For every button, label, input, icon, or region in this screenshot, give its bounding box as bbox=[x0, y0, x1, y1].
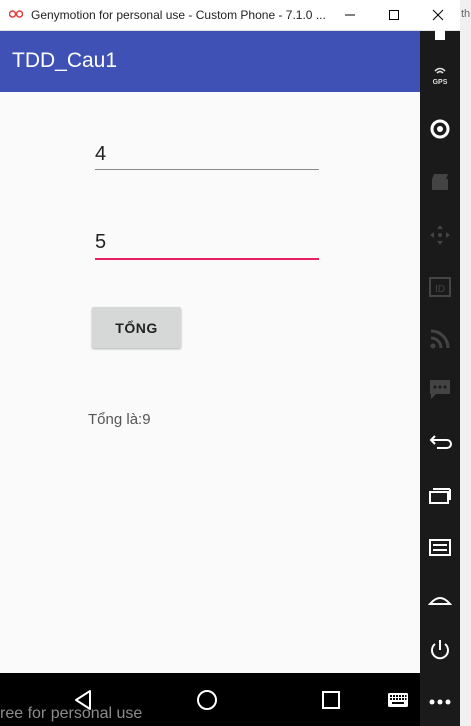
app-title: TDD_Cau1 bbox=[12, 49, 118, 72]
sum-button[interactable]: TỔNG bbox=[92, 307, 181, 348]
number2-value: 5 bbox=[95, 231, 107, 253]
battery-icon bbox=[435, 26, 445, 40]
minimize-button[interactable] bbox=[328, 0, 372, 30]
power-widget[interactable] bbox=[424, 634, 456, 666]
move-widget[interactable] bbox=[424, 219, 456, 251]
number1-underline bbox=[95, 169, 319, 170]
recent-apps-icon bbox=[429, 488, 451, 504]
number2-underline bbox=[95, 258, 319, 260]
home-widget[interactable] bbox=[424, 583, 456, 615]
gps-icon: GPS bbox=[433, 67, 448, 86]
recents-square-icon bbox=[322, 690, 340, 709]
genymotion-sidebar: GPS ID bbox=[420, 26, 460, 726]
close-icon bbox=[432, 9, 444, 21]
id-icon: ID bbox=[429, 277, 451, 297]
battery-widget[interactable] bbox=[424, 23, 456, 55]
id-widget[interactable]: ID bbox=[424, 271, 456, 303]
back-widget[interactable] bbox=[424, 426, 456, 458]
svg-text:GPS: GPS bbox=[433, 79, 448, 86]
result-text: Tổng là:9 bbox=[88, 411, 151, 428]
keyboard-icon bbox=[388, 692, 408, 707]
menu-widget[interactable] bbox=[424, 531, 456, 563]
rss-icon bbox=[430, 329, 450, 349]
power-icon bbox=[431, 640, 449, 660]
recent-apps-widget[interactable] bbox=[424, 479, 456, 511]
sms-icon bbox=[430, 380, 450, 399]
app-toolbar: TDD_Cau1 bbox=[0, 31, 420, 92]
menu-icon bbox=[429, 539, 451, 556]
app-content bbox=[0, 92, 420, 673]
rss-widget[interactable] bbox=[424, 323, 456, 355]
number2-input[interactable]: 5 bbox=[95, 231, 319, 263]
maximize-button[interactable] bbox=[372, 0, 416, 30]
genymotion-logo-icon bbox=[9, 10, 23, 18]
svg-text:ID: ID bbox=[435, 284, 445, 295]
window-title-bar: Genymotion for personal use - Custom Pho… bbox=[0, 0, 471, 31]
minimize-icon bbox=[345, 14, 355, 16]
back-icon bbox=[429, 435, 452, 449]
webcam-icon bbox=[430, 119, 450, 139]
gps-widget[interactable]: GPS bbox=[424, 60, 456, 92]
home-icon bbox=[427, 597, 453, 605]
more-icon bbox=[429, 699, 451, 705]
maximize-icon bbox=[389, 10, 399, 20]
number1-input[interactable]: 4 bbox=[95, 143, 319, 173]
capture-widget[interactable] bbox=[424, 166, 456, 198]
background-window-edge bbox=[460, 0, 471, 726]
sms-widget[interactable] bbox=[424, 373, 456, 405]
number1-value: 4 bbox=[95, 143, 107, 165]
window-title: Genymotion for personal use - Custom Pho… bbox=[31, 8, 326, 22]
move-icon bbox=[430, 225, 450, 245]
home-circle-icon bbox=[197, 689, 217, 710]
nav-home-button[interactable] bbox=[177, 673, 237, 726]
nav-keyboard-button[interactable] bbox=[368, 673, 428, 726]
capture-icon bbox=[432, 174, 448, 190]
webcam-widget[interactable] bbox=[424, 113, 456, 145]
nav-recents-button[interactable] bbox=[301, 673, 361, 726]
more-widget[interactable] bbox=[424, 686, 456, 718]
watermark-text: ree for personal use bbox=[0, 705, 143, 722]
background-window-text: th bbox=[461, 8, 471, 20]
